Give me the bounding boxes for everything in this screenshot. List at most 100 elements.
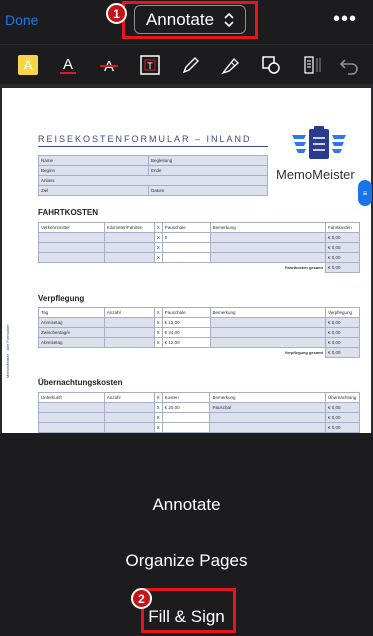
section-heading-uebernachtung: Übernachtungskosten	[38, 378, 123, 387]
cell[interactable]	[38, 412, 105, 423]
table-row[interactable]: X € 0,00	[38, 242, 360, 253]
cell[interactable]	[161, 252, 211, 263]
menu-item-organize-pages[interactable]: Organize Pages	[0, 551, 373, 571]
text-box-tool-icon[interactable]: T	[138, 53, 162, 77]
info-label: Name	[38, 155, 149, 166]
strikethrough-tool-icon[interactable]: A	[97, 53, 121, 77]
cell[interactable]	[209, 422, 326, 433]
cell[interactable]	[38, 232, 105, 243]
info-label: Anlass	[38, 175, 268, 186]
info-row: Beginn Ende	[38, 165, 268, 176]
column-header: Verkehrsmittel	[38, 222, 105, 233]
table-row[interactable]: X 0 € 0,00	[38, 232, 360, 243]
cell[interactable]	[103, 232, 155, 243]
callout-highlight-box-1	[122, 1, 258, 39]
highlight-tool-icon[interactable]: A	[16, 53, 40, 77]
cell[interactable]	[38, 402, 105, 413]
cell[interactable]	[161, 412, 211, 423]
cell: X	[153, 317, 163, 328]
sum-value: € 0,00	[325, 262, 360, 273]
marker-tool-icon[interactable]	[219, 53, 243, 77]
column-header: Anzahl	[103, 392, 155, 403]
table-row[interactable]: X € 0,00	[38, 412, 361, 423]
cell[interactable]	[209, 252, 327, 263]
done-button[interactable]: Done	[5, 12, 38, 28]
cell[interactable]: € 20,00	[161, 402, 211, 413]
column-header: Pauschale	[161, 222, 211, 233]
sum-label: Verpflegung gesamt	[284, 350, 323, 356]
column-header: Pauschale	[161, 307, 211, 318]
menu-item-annotate[interactable]: Annotate	[0, 495, 373, 515]
cell[interactable]	[209, 337, 326, 348]
cell[interactable]	[209, 317, 326, 328]
cell[interactable]	[103, 402, 155, 413]
info-row: Anlass	[38, 175, 268, 186]
document-page[interactable]: REISEKOSTENFORMULAR – INLAND MemoMeister…	[2, 88, 371, 433]
cell[interactable]	[209, 412, 326, 423]
cell: X	[153, 242, 163, 253]
cell[interactable]: Pauschal	[209, 402, 326, 413]
cell[interactable]	[103, 337, 155, 348]
column-header: Kosten	[161, 392, 211, 403]
cell: X	[153, 422, 163, 433]
section-heading-verpflegung: Verpflegung	[38, 294, 85, 303]
table-row[interactable]: X € 20,00 Pauschal € 0,00	[38, 402, 361, 413]
cell: € 0,00	[324, 337, 361, 348]
cell[interactable]	[103, 252, 155, 263]
cell[interactable]	[38, 242, 105, 253]
sum-label: Fahrtkosten gesamt	[284, 265, 323, 271]
table-row[interactable]: Abreisetag X € 12,00 € 0,00	[38, 337, 361, 348]
undo-icon[interactable]	[337, 53, 361, 77]
cell: X	[153, 327, 163, 338]
table-row[interactable]: Zwischentag/e X € 24,00 € 0,00	[38, 327, 361, 338]
cell: Zwischentag/e	[38, 327, 105, 338]
list-tool-icon[interactable]	[299, 53, 323, 77]
info-row: Ziel Datum	[38, 185, 268, 196]
text-color-tool-icon[interactable]: A	[56, 53, 80, 77]
cell: X	[153, 402, 163, 413]
cell[interactable]	[209, 327, 326, 338]
cell[interactable]	[161, 422, 211, 433]
cell[interactable]	[38, 422, 105, 433]
column-header: Bemerkung	[209, 307, 326, 318]
callout-highlight-box-2	[141, 588, 236, 633]
table-sum-row: Verpflegung gesamt € 0,00	[39, 347, 361, 358]
table-row[interactable]: X € 0,00	[38, 252, 360, 263]
info-right-label: Begleitung	[148, 155, 268, 166]
cell: € 0,00	[324, 317, 361, 328]
info-table: Name Begleitung Beginn Ende Anlass Ziel …	[38, 155, 268, 196]
pen-tool-icon[interactable]	[179, 53, 203, 77]
cell: X	[153, 337, 163, 348]
column-header: Bemerkung	[209, 392, 326, 403]
document-viewer[interactable]: REISEKOSTENFORMULAR – INLAND MemoMeister…	[0, 84, 373, 433]
svg-text:A: A	[63, 56, 73, 73]
cell: X	[153, 232, 163, 243]
cell[interactable]	[103, 242, 155, 253]
clipboard-logo-icon	[290, 125, 348, 168]
cell[interactable]	[209, 232, 327, 243]
cell[interactable]	[103, 317, 155, 328]
cell[interactable]	[103, 412, 155, 423]
cell[interactable]	[209, 242, 327, 253]
info-right-label: Datum	[148, 185, 268, 196]
cell[interactable]: 0	[161, 232, 211, 243]
cell: € 24,00	[161, 327, 211, 338]
column-header: X	[153, 307, 163, 318]
cell: X	[153, 412, 163, 423]
column-header: Unterkunft	[38, 392, 105, 403]
column-header: Bemerkung	[209, 222, 327, 233]
table-row[interactable]: Anreisetag X € 12,00 € 0,00	[38, 317, 361, 328]
cell[interactable]	[103, 327, 155, 338]
cell[interactable]	[103, 422, 155, 433]
cell[interactable]	[38, 252, 105, 263]
sum-value: € 0,00	[324, 347, 361, 358]
cell: € 0,00	[324, 327, 361, 338]
info-label: Ziel	[38, 185, 149, 196]
cell[interactable]	[161, 242, 211, 253]
column-header: Fahrtkosten	[325, 222, 360, 233]
table-row[interactable]: X € 0,00	[38, 422, 361, 433]
shapes-tool-icon[interactable]	[259, 53, 283, 77]
cell: € 12,00	[161, 317, 211, 328]
scroll-indicator-icon[interactable]: ≡	[358, 180, 372, 206]
more-options-icon[interactable]: •••	[333, 8, 357, 31]
